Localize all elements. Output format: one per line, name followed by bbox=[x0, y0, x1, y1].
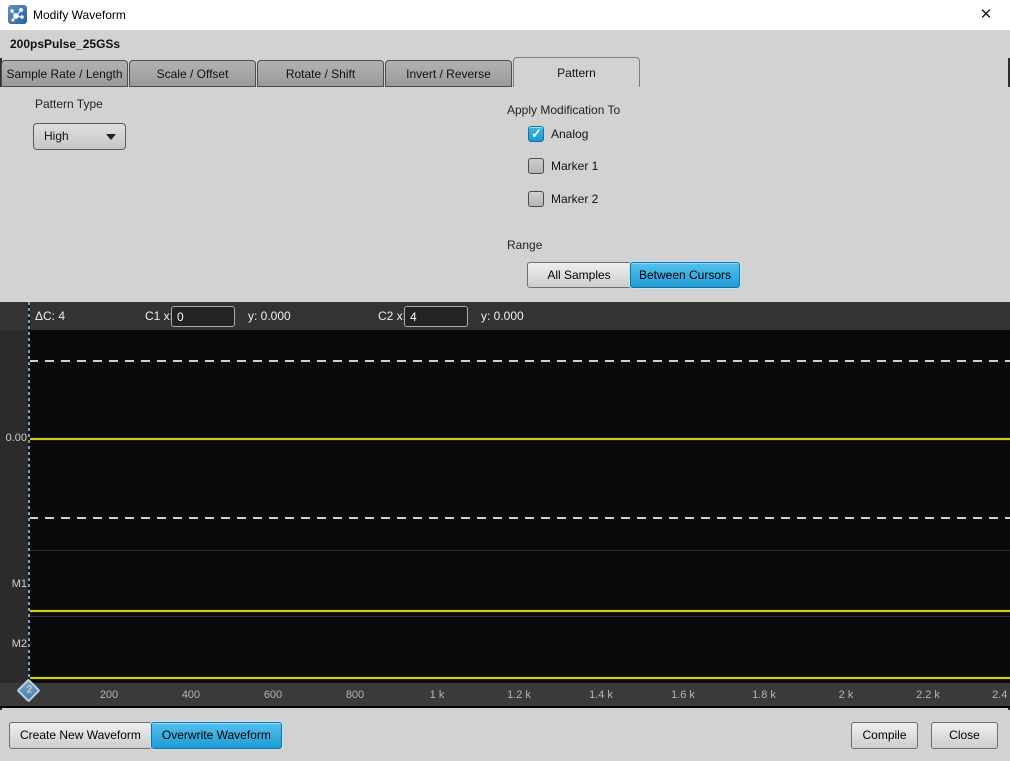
x-tick: 200 bbox=[79, 683, 139, 707]
waveform-name: 200psPulse_25GSs bbox=[10, 30, 120, 58]
cursor1-x-label: C1 x: bbox=[145, 302, 173, 330]
waveform-plot-canvas[interactable]: 0.00 M1 M2 bbox=[0, 330, 1010, 683]
checkbox-analog[interactable]: Analog bbox=[528, 126, 588, 142]
modify-waveform-window: Modify Waveform ✕ 200psPulse_25GSs Sampl… bbox=[0, 0, 1010, 761]
checkbox-marker-1[interactable]: Marker 1 bbox=[528, 158, 598, 174]
pattern-type-value: High bbox=[44, 124, 69, 149]
x-tick: 2.2 k bbox=[898, 683, 958, 707]
cursor2-x-label: C2 x: bbox=[378, 302, 406, 330]
y-label-m2: M2 bbox=[0, 638, 27, 650]
x-tick: 2 k bbox=[816, 683, 876, 707]
pattern-panel: Pattern Type High Apply Modification To … bbox=[0, 87, 1010, 302]
cursor-vertical-line[interactable] bbox=[28, 302, 30, 683]
x-tick: 400 bbox=[161, 683, 221, 707]
marker1-trace-line bbox=[29, 610, 1010, 612]
range-between-cursors-button[interactable]: Between Cursors bbox=[630, 262, 740, 288]
marker2-trace-line bbox=[29, 677, 1010, 679]
x-tick: 1.2 k bbox=[489, 683, 549, 707]
tab-scale-offset[interactable]: Scale / Offset bbox=[129, 60, 256, 87]
cursor2-x-input[interactable] bbox=[404, 306, 468, 327]
checkbox-icon bbox=[528, 126, 544, 142]
x-tick: 800 bbox=[325, 683, 385, 707]
range-label: Range bbox=[507, 238, 542, 252]
checkbox-label: Marker 1 bbox=[551, 159, 598, 173]
close-icon[interactable]: ✕ bbox=[974, 0, 998, 30]
title-bar: Modify Waveform ✕ bbox=[0, 0, 1010, 30]
tab-pattern[interactable]: Pattern bbox=[513, 57, 640, 87]
analog-marker-divider bbox=[29, 550, 1010, 551]
marker1-marker2-divider bbox=[29, 616, 1010, 617]
x-axis: 200 400 600 800 1 k 1.2 k 1.4 k 1.6 k 1.… bbox=[0, 683, 1010, 708]
cursor1-x-input[interactable] bbox=[171, 306, 235, 327]
lower-limit-guide-line bbox=[29, 517, 1010, 519]
tab-rotate-shift[interactable]: Rotate / Shift bbox=[257, 60, 384, 87]
checkbox-icon bbox=[528, 158, 544, 174]
cursor2-y-readout: y: 0.000 bbox=[481, 302, 524, 330]
footer-bar: Create New Waveform Overwrite Waveform C… bbox=[0, 710, 1010, 761]
create-new-waveform-button[interactable]: Create New Waveform bbox=[9, 722, 152, 749]
range-all-samples-button[interactable]: All Samples bbox=[527, 262, 631, 288]
pattern-type-label: Pattern Type bbox=[35, 97, 103, 111]
close-button[interactable]: Close bbox=[931, 722, 998, 749]
tab-sample-rate-length[interactable]: Sample Rate / Length bbox=[1, 60, 128, 87]
checkbox-marker-2[interactable]: Marker 2 bbox=[528, 191, 598, 207]
save-mode-toggle: Create New Waveform Overwrite Waveform bbox=[9, 722, 282, 749]
plot-y-gutter: 0.00 M1 M2 bbox=[0, 330, 29, 683]
cursor1-y-readout: y: 0.000 bbox=[248, 302, 291, 330]
range-toggle: All Samples Between Cursors bbox=[527, 262, 740, 288]
x-tick: 600 bbox=[243, 683, 303, 707]
tab-invert-reverse[interactable]: Invert / Reverse bbox=[385, 60, 512, 87]
cursor-delta-readout: ΔC: 4 bbox=[35, 302, 65, 330]
waveform-name-bar: 200psPulse_25GSs bbox=[0, 30, 1010, 58]
y-label-m1: M1 bbox=[0, 578, 27, 590]
overwrite-waveform-button[interactable]: Overwrite Waveform bbox=[151, 722, 282, 749]
y-label-zero: 0.00 bbox=[0, 432, 27, 444]
cursor-handle-label: 2 bbox=[27, 684, 33, 695]
checkbox-label: Analog bbox=[551, 127, 588, 141]
x-tick: 2.4 k bbox=[974, 683, 1010, 707]
compile-button[interactable]: Compile bbox=[851, 722, 918, 749]
upper-limit-guide-line bbox=[29, 360, 1010, 362]
cursor-info-bar: ΔC: 4 C1 x: y: 0.000 C2 x: y: 0.000 bbox=[0, 302, 1010, 330]
x-tick: 1.8 k bbox=[734, 683, 794, 707]
apply-modification-label: Apply Modification To bbox=[507, 103, 620, 117]
app-icon bbox=[8, 5, 27, 24]
x-tick: 1.6 k bbox=[653, 683, 713, 707]
checkbox-icon bbox=[528, 191, 544, 207]
window-title: Modify Waveform bbox=[33, 0, 126, 30]
x-tick: 1.4 k bbox=[571, 683, 631, 707]
checkbox-label: Marker 2 bbox=[551, 192, 598, 206]
chevron-down-icon bbox=[106, 134, 116, 140]
pattern-type-dropdown[interactable]: High bbox=[33, 123, 126, 150]
analog-trace-line bbox=[29, 438, 1010, 440]
tab-strip: Sample Rate / Length Scale / Offset Rota… bbox=[0, 58, 1010, 87]
x-tick: 1 k bbox=[407, 683, 467, 707]
